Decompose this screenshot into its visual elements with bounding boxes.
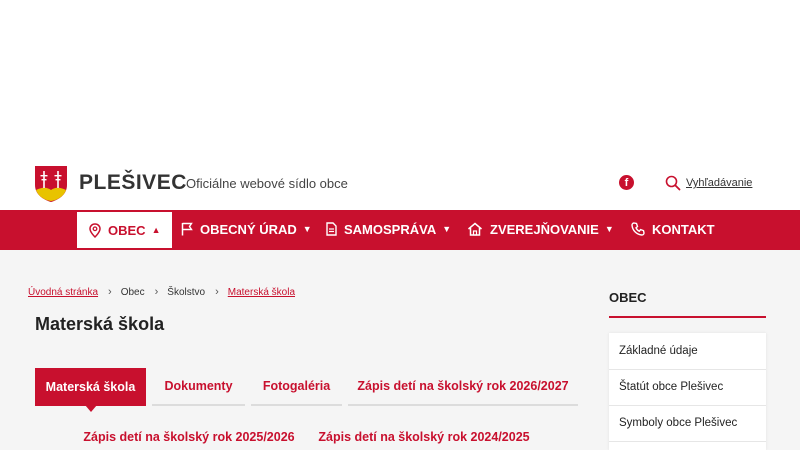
facebook-icon[interactable]: f bbox=[619, 175, 634, 190]
tab-materska-skola[interactable]: Materská škola bbox=[35, 368, 146, 406]
breadcrumb-separator: › bbox=[154, 286, 159, 298]
breadcrumb-item[interactable]: Obec bbox=[121, 287, 145, 298]
sidebar-title: OBEC bbox=[609, 290, 647, 305]
home-icon bbox=[468, 222, 482, 236]
site-tagline: Oficiálne webové sídlo obce bbox=[186, 176, 348, 191]
sidebar-divider bbox=[609, 441, 766, 442]
nav-item-label: OBECNÝ ÚRAD bbox=[200, 221, 297, 237]
breadcrumb-item[interactable]: Školstvo bbox=[167, 287, 205, 298]
tab-underline bbox=[251, 404, 342, 406]
sidebar-divider bbox=[609, 405, 766, 406]
chevron-up-icon: ▲ bbox=[151, 225, 161, 235]
document-icon bbox=[326, 222, 337, 236]
tab-zapis-2025-2026[interactable]: Zápis detí na školský rok 2025/2026 bbox=[75, 426, 303, 448]
breadcrumb-current-link[interactable]: Materská škola bbox=[228, 287, 295, 298]
chevron-down-icon: ▼ bbox=[442, 224, 452, 234]
site-name[interactable]: PLEŠIVEC bbox=[79, 171, 187, 195]
flag-icon bbox=[181, 222, 193, 236]
nav-item-obecny-urad[interactable]: OBECNÝ ÚRAD ▼ bbox=[181, 210, 312, 248]
nav-item-samosprava[interactable]: SAMOSPRÁVA ▼ bbox=[326, 210, 451, 248]
breadcrumb-separator: › bbox=[215, 286, 219, 298]
chevron-down-icon: ▼ bbox=[302, 224, 312, 234]
main-content: Úvodná stránka › Obec › Školstvo › Mater… bbox=[0, 250, 800, 450]
sidebar-item-zakladne-udaje[interactable]: Základné údaje bbox=[619, 345, 698, 357]
tab-zapis-2024-2025[interactable]: Zápis detí na školský rok 2024/2025 bbox=[309, 426, 539, 448]
nav-item-label: SAMOSPRÁVA bbox=[344, 221, 437, 237]
sidebar-title-rule bbox=[609, 316, 766, 318]
tab-underline bbox=[152, 404, 245, 406]
coat-of-arms-icon[interactable] bbox=[34, 165, 68, 203]
phone-icon bbox=[631, 222, 645, 236]
breadcrumb: Úvodná stránka › Obec › Školstvo › Mater… bbox=[28, 286, 295, 298]
sidebar-divider bbox=[609, 369, 766, 370]
search-icon[interactable] bbox=[665, 175, 681, 191]
tab-zapis-2026-2027[interactable]: Zápis detí na školský rok 2026/2027 bbox=[348, 368, 578, 404]
main-navigation: OBEC ▲ OBECNÝ ÚRAD ▼ SAMOSPRÁVA ▼ ZVEREJ… bbox=[0, 210, 800, 250]
nav-item-label: KONTAKT bbox=[652, 221, 715, 237]
location-pin-icon bbox=[89, 222, 101, 238]
nav-item-label: OBEC bbox=[108, 222, 146, 238]
nav-item-zverejnovanie[interactable]: ZVEREJŇOVANIE ▼ bbox=[467, 210, 614, 248]
nav-item-obec[interactable]: OBEC ▲ bbox=[77, 212, 173, 248]
chevron-down-icon: ▼ bbox=[604, 224, 614, 234]
breadcrumb-separator: › bbox=[108, 286, 112, 298]
active-tab-pointer bbox=[85, 405, 97, 412]
page-title: Materská škola bbox=[35, 314, 165, 334]
nav-item-label: ZVEREJŇOVANIE bbox=[490, 221, 599, 237]
sidebar-item-statut[interactable]: Štatút obce Plešivec bbox=[619, 381, 723, 393]
tab-underline bbox=[348, 404, 578, 406]
page: PLEŠIVEC Oficiálne webové sídlo obce f V… bbox=[0, 0, 800, 450]
tab-dokumenty[interactable]: Dokumenty bbox=[152, 368, 245, 404]
site-header: PLEŠIVEC Oficiálne webové sídlo obce f V… bbox=[0, 160, 800, 210]
tab-fotogaleria[interactable]: Fotogaléria bbox=[251, 368, 342, 404]
sidebar-menu: Základné údaje Štatút obce Plešivec Symb… bbox=[609, 333, 766, 450]
sidebar-item-symboly[interactable]: Symboly obce Plešivec bbox=[619, 417, 737, 429]
search-link[interactable]: Vyhľadávanie bbox=[686, 177, 752, 189]
nav-item-kontakt[interactable]: KONTAKT bbox=[631, 210, 715, 248]
breadcrumb-home-link[interactable]: Úvodná stránka bbox=[28, 287, 98, 298]
